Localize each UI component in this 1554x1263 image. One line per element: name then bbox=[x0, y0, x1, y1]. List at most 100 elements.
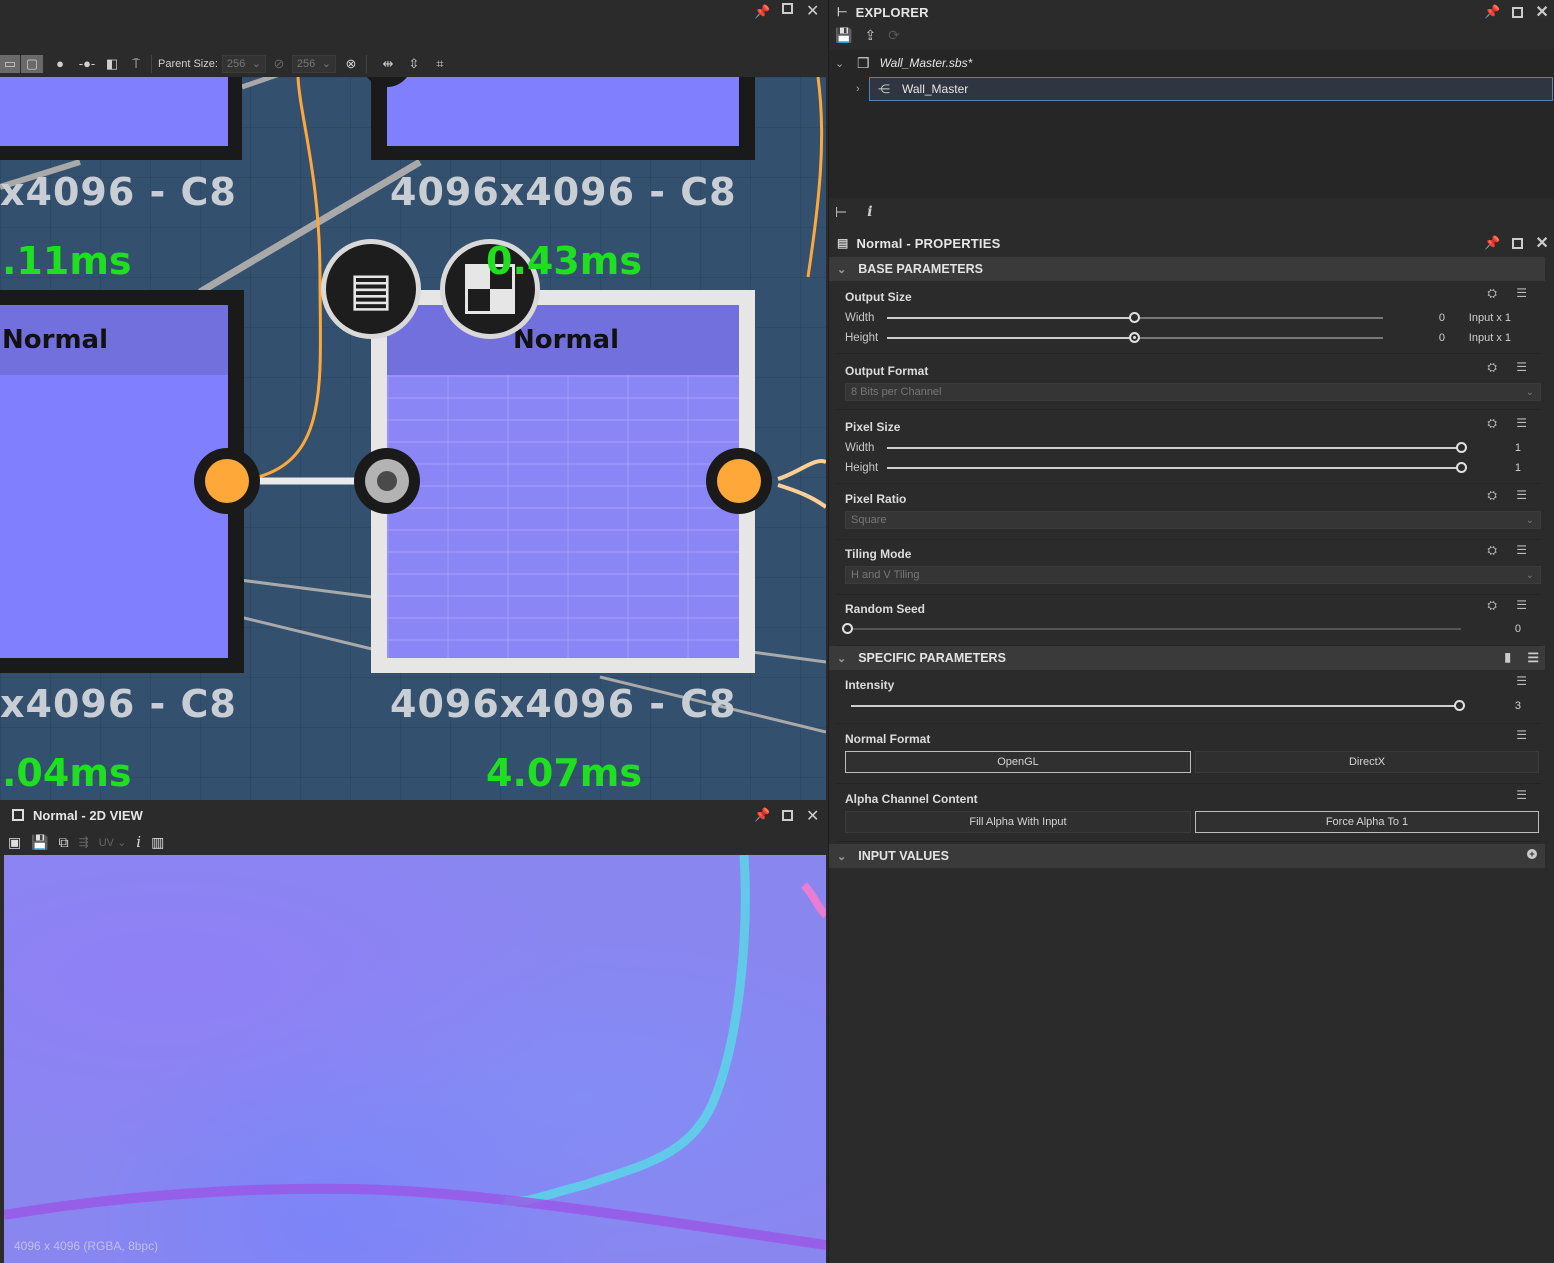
input-connector[interactable] bbox=[354, 448, 420, 514]
pixel-height-value[interactable]: 1 bbox=[1515, 462, 1521, 474]
intensity-value[interactable]: 3 bbox=[1515, 700, 1521, 712]
param-menu-icon[interactable]: ☰ bbox=[1516, 286, 1527, 300]
param-menu-icon[interactable]: ☰ bbox=[1516, 728, 1527, 742]
param-menu-icon[interactable]: ☰ bbox=[1516, 360, 1527, 374]
node-normal-selected[interactable]: Normal bbox=[371, 290, 755, 673]
uv-label: UV bbox=[98, 836, 115, 849]
pixel-height-slider-knob[interactable] bbox=[1456, 462, 1467, 473]
param-menu-icon[interactable]: ☰ bbox=[1516, 543, 1527, 557]
param-menu-icon[interactable]: ☰ bbox=[1516, 674, 1527, 688]
texture-crack bbox=[4, 1183, 826, 1250]
select-tool-icon[interactable]: ▢ bbox=[21, 54, 43, 73]
output-height-value[interactable]: 0 bbox=[1439, 332, 1445, 344]
parent-size-height-select[interactable]: 256 ⌄ bbox=[291, 54, 336, 73]
maximize-icon[interactable] bbox=[1512, 6, 1524, 18]
pin-icon[interactable]: 📌 bbox=[754, 4, 770, 20]
tree-item-package[interactable]: ⌄ ❒ Wall_Master.sbs* bbox=[835, 51, 972, 75]
output-format-dropdown[interactable]: 8 Bits per Channel ⌄ bbox=[845, 383, 1541, 401]
explorer-tab-icon[interactable]: ⊢ bbox=[835, 204, 847, 221]
maximize-icon[interactable] bbox=[782, 3, 793, 14]
output-height-slider-knob[interactable] bbox=[1129, 332, 1140, 343]
copy-icon[interactable]: ⧉ bbox=[59, 834, 69, 851]
output-width-value[interactable]: 0 bbox=[1439, 312, 1445, 324]
specific-parameters-header[interactable]: ⌄ SPECIFIC PARAMETERS ▮ ☰ bbox=[829, 646, 1545, 670]
maximize-icon[interactable] bbox=[782, 810, 793, 821]
pin-icon[interactable]: 📌 bbox=[754, 807, 770, 823]
random-seed-slider-knob[interactable] bbox=[842, 623, 853, 634]
graph-link-icon[interactable]: ⇶ bbox=[79, 835, 89, 849]
output-width-slider-fill bbox=[887, 317, 1135, 319]
close-icon[interactable]: ✕ bbox=[806, 1, 819, 21]
link-icon[interactable]: ⊘ bbox=[270, 55, 288, 73]
add-icon[interactable]: + bbox=[1527, 849, 1537, 859]
comment-icon[interactable]: ● bbox=[51, 55, 69, 73]
save-icon[interactable]: 💾 bbox=[835, 27, 852, 44]
view-mode-icon[interactable]: ▣ bbox=[8, 834, 21, 851]
publish-icon[interactable]: ⇪ bbox=[864, 27, 876, 44]
save-icon[interactable]: 💾 bbox=[31, 834, 48, 851]
info-tab-icon[interactable]: i bbox=[867, 204, 872, 221]
chevron-right-icon[interactable]: › bbox=[856, 83, 860, 95]
expose-param-icon[interactable]: ⛭ bbox=[1487, 488, 1497, 503]
close-icon[interactable]: ✕ bbox=[806, 806, 819, 826]
preset-icon[interactable]: ▮ bbox=[1504, 650, 1511, 664]
pin-node-icon[interactable]: ⍑ bbox=[127, 55, 145, 73]
align-horizontal-icon[interactable]: ⇹ bbox=[379, 55, 397, 73]
random-seed-slider[interactable] bbox=[847, 628, 1461, 630]
node-time-label: 4.07ms bbox=[486, 751, 642, 795]
parent-size-width-select[interactable]: 256 ⌄ bbox=[221, 54, 266, 73]
histogram-icon[interactable]: ▥ bbox=[151, 834, 164, 851]
pin-icon[interactable]: 📌 bbox=[1484, 4, 1500, 20]
random-seed-value[interactable]: 0 bbox=[1515, 623, 1521, 635]
tree-item-graph[interactable]: › ⋲ Wall_Master bbox=[856, 77, 1553, 101]
frame-tool-icon[interactable]: ▭ bbox=[0, 54, 20, 73]
expose-param-icon[interactable]: ⛭ bbox=[1487, 543, 1497, 558]
output-connector[interactable] bbox=[194, 448, 260, 514]
intensity-label: Intensity bbox=[845, 678, 895, 692]
param-menu-icon[interactable]: ☰ bbox=[1516, 788, 1527, 802]
pin-icon[interactable]: 📌 bbox=[1484, 235, 1500, 251]
node-top-left[interactable] bbox=[0, 77, 242, 160]
expose-param-icon[interactable]: ⛭ bbox=[1487, 416, 1497, 431]
align-vertical-icon[interactable]: ⇳ bbox=[405, 55, 423, 73]
output-connector[interactable] bbox=[706, 448, 772, 514]
info-icon[interactable]: i bbox=[136, 833, 141, 851]
reset-size-icon[interactable]: ⊗ bbox=[342, 55, 360, 73]
parent-size-width-value: 256 bbox=[226, 57, 246, 70]
pixel-width-value[interactable]: 1 bbox=[1515, 442, 1521, 454]
expose-param-icon[interactable]: ⛭ bbox=[1487, 360, 1497, 375]
dot-node-icon[interactable]: -●- bbox=[75, 55, 99, 73]
node-top-right[interactable] bbox=[371, 77, 755, 160]
normal-format-directx-button[interactable]: DirectX bbox=[1195, 751, 1539, 773]
graph-canvas[interactable]: x4096 - C8 4096x4096 - C8 .11ms Normal N… bbox=[0, 77, 826, 800]
base-parameters-header[interactable]: ⌄ BASE PARAMETERS bbox=[829, 257, 1545, 281]
pixel-width-slider-knob[interactable] bbox=[1456, 442, 1467, 453]
expose-param-icon[interactable]: ⛭ bbox=[1487, 598, 1497, 613]
intensity-slider-knob[interactable] bbox=[1454, 700, 1465, 711]
maximize-icon[interactable] bbox=[1512, 237, 1524, 249]
close-icon[interactable]: ✕ bbox=[1535, 233, 1549, 253]
alpha-force-one-button[interactable]: Force Alpha To 1 bbox=[1195, 811, 1539, 833]
export-icon[interactable]: ◧ bbox=[103, 55, 121, 73]
chevron-down-icon[interactable]: ⌄ bbox=[835, 57, 853, 70]
tiling-mode-dropdown[interactable]: H and V Tiling ⌄ bbox=[845, 566, 1541, 584]
param-menu-icon[interactable]: ☰ bbox=[1516, 416, 1527, 430]
input-values-header[interactable]: ⌄ INPUT VALUES + bbox=[829, 844, 1545, 868]
explorer-title: EXPLORER bbox=[855, 4, 929, 20]
param-menu-icon[interactable]: ☰ bbox=[1516, 488, 1527, 502]
uv-select[interactable]: UV ⌄ bbox=[99, 836, 127, 849]
expose-param-icon[interactable]: ⛭ bbox=[1487, 286, 1497, 301]
reload-icon[interactable]: ⟳ bbox=[888, 27, 900, 44]
param-menu-icon[interactable]: ☰ bbox=[1516, 598, 1527, 612]
snap-icon[interactable]: ⌗ bbox=[431, 55, 449, 73]
output-width-slider-knob[interactable] bbox=[1129, 312, 1140, 323]
explorer-title-icons: 📌 ✕ bbox=[1484, 0, 1549, 24]
menu-icon[interactable]: ☰ bbox=[1527, 650, 1539, 666]
view2d-status: 4096 x 4096 (RGBA, 8bpc) bbox=[14, 1239, 159, 1253]
normal-format-opengl-button[interactable]: OpenGL bbox=[845, 751, 1191, 773]
output-height-relative: Input x 1 bbox=[1468, 332, 1511, 344]
view2d-image[interactable]: 4096 x 4096 (RGBA, 8bpc) bbox=[4, 855, 826, 1263]
pixel-ratio-dropdown[interactable]: Square ⌄ bbox=[845, 511, 1541, 529]
close-icon[interactable]: ✕ bbox=[1535, 2, 1549, 22]
alpha-fill-input-button[interactable]: Fill Alpha With Input bbox=[845, 811, 1191, 833]
